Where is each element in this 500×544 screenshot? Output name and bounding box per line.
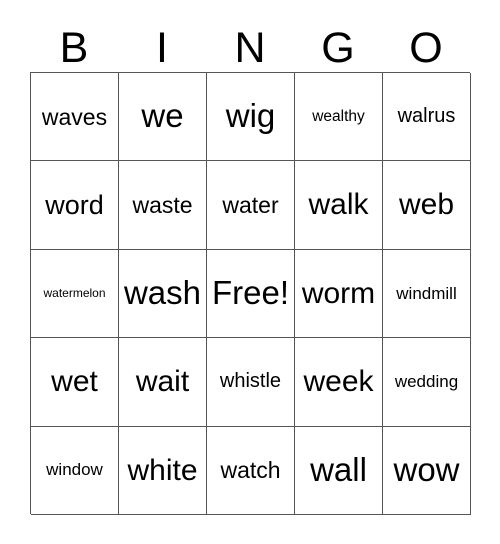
bingo-free-space-label: Free! — [211, 274, 290, 312]
bingo-cell-r4c2[interactable]: wait — [119, 338, 207, 427]
bingo-cell-label: word — [45, 189, 104, 220]
bingo-cell-label: whistle — [219, 370, 282, 393]
bingo-cell-label: worm — [301, 276, 376, 310]
bingo-grid: waves we wig wealthy walrus word waste w… — [30, 72, 471, 515]
bingo-cell-r1c3[interactable]: wig — [207, 73, 295, 162]
bingo-cell-label: windmill — [396, 283, 457, 303]
bingo-cell-label: week — [303, 365, 374, 399]
bingo-header-letter-b: B — [59, 24, 89, 72]
bingo-cell-label: we — [141, 97, 184, 135]
bingo-cell-label: wall — [310, 450, 367, 488]
bingo-cell-r1c2[interactable]: we — [119, 73, 207, 162]
bingo-cell-label: web — [398, 188, 455, 222]
bingo-cell-r2c3[interactable]: water — [207, 161, 295, 250]
bingo-cell-label: waves — [41, 103, 108, 130]
bingo-cell-label: wow — [393, 450, 460, 488]
bingo-cell-r4c5[interactable]: wedding — [383, 338, 471, 427]
bingo-cell-label: wealthy — [312, 107, 365, 125]
bingo-cell-label: wash — [123, 274, 202, 312]
bingo-cell-label: wig — [225, 97, 276, 135]
bingo-cell-label: wet — [51, 365, 98, 399]
bingo-cell-r3c4[interactable]: worm — [295, 249, 383, 339]
bingo-cell-r5c5[interactable]: wow — [383, 426, 471, 515]
bingo-cell-r2c2[interactable]: waste — [119, 161, 207, 250]
bingo-cell-r3c5[interactable]: windmill — [383, 249, 471, 339]
bingo-cell-r4c3[interactable]: whistle — [207, 338, 295, 427]
bingo-cell-label: walk — [308, 188, 369, 222]
bingo-cell-r2c4[interactable]: walk — [295, 161, 383, 250]
bingo-header-letter-n: N — [234, 24, 266, 72]
bingo-cell-r3c1[interactable]: watermelon — [31, 249, 119, 339]
bingo-cell-r1c4[interactable]: wealthy — [295, 73, 383, 162]
bingo-cell-r5c2[interactable]: white — [119, 426, 207, 515]
bingo-cell-label: window — [46, 460, 103, 480]
bingo-cell-label: waste — [132, 192, 193, 219]
bingo-header-letter-g: G — [321, 24, 355, 72]
bingo-cell-label: wait — [135, 365, 190, 399]
bingo-header-letter-o: O — [409, 24, 443, 72]
bingo-cell-label: white — [127, 453, 198, 487]
bingo-cell-r5c4[interactable]: wall — [295, 426, 383, 515]
bingo-cell-r1c1[interactable]: waves — [31, 73, 119, 162]
bingo-cell-label: wedding — [394, 371, 459, 391]
bingo-cell-label: walrus — [397, 105, 456, 128]
bingo-cell-r1c5[interactable]: walrus — [383, 73, 471, 162]
bingo-header-row: B I N G O — [30, 12, 470, 70]
bingo-cell-r4c1[interactable]: wet — [31, 338, 119, 427]
bingo-cell-label: watermelon — [43, 286, 106, 301]
bingo-cell-r2c1[interactable]: word — [31, 161, 119, 250]
bingo-cell-label: water — [222, 192, 279, 219]
bingo-cell-r2c5[interactable]: web — [383, 161, 471, 250]
bingo-cell-label: watch — [220, 457, 281, 484]
bingo-header-letter-i: I — [156, 24, 168, 72]
bingo-cell-free-space[interactable]: Free! — [207, 249, 295, 339]
bingo-cell-r3c2[interactable]: wash — [119, 249, 207, 339]
bingo-card: B I N G O waves we wig wealthy walrus wo… — [0, 0, 500, 544]
bingo-cell-r5c3[interactable]: watch — [207, 426, 295, 515]
bingo-cell-r4c4[interactable]: week — [295, 338, 383, 427]
bingo-cell-r5c1[interactable]: window — [31, 426, 119, 515]
